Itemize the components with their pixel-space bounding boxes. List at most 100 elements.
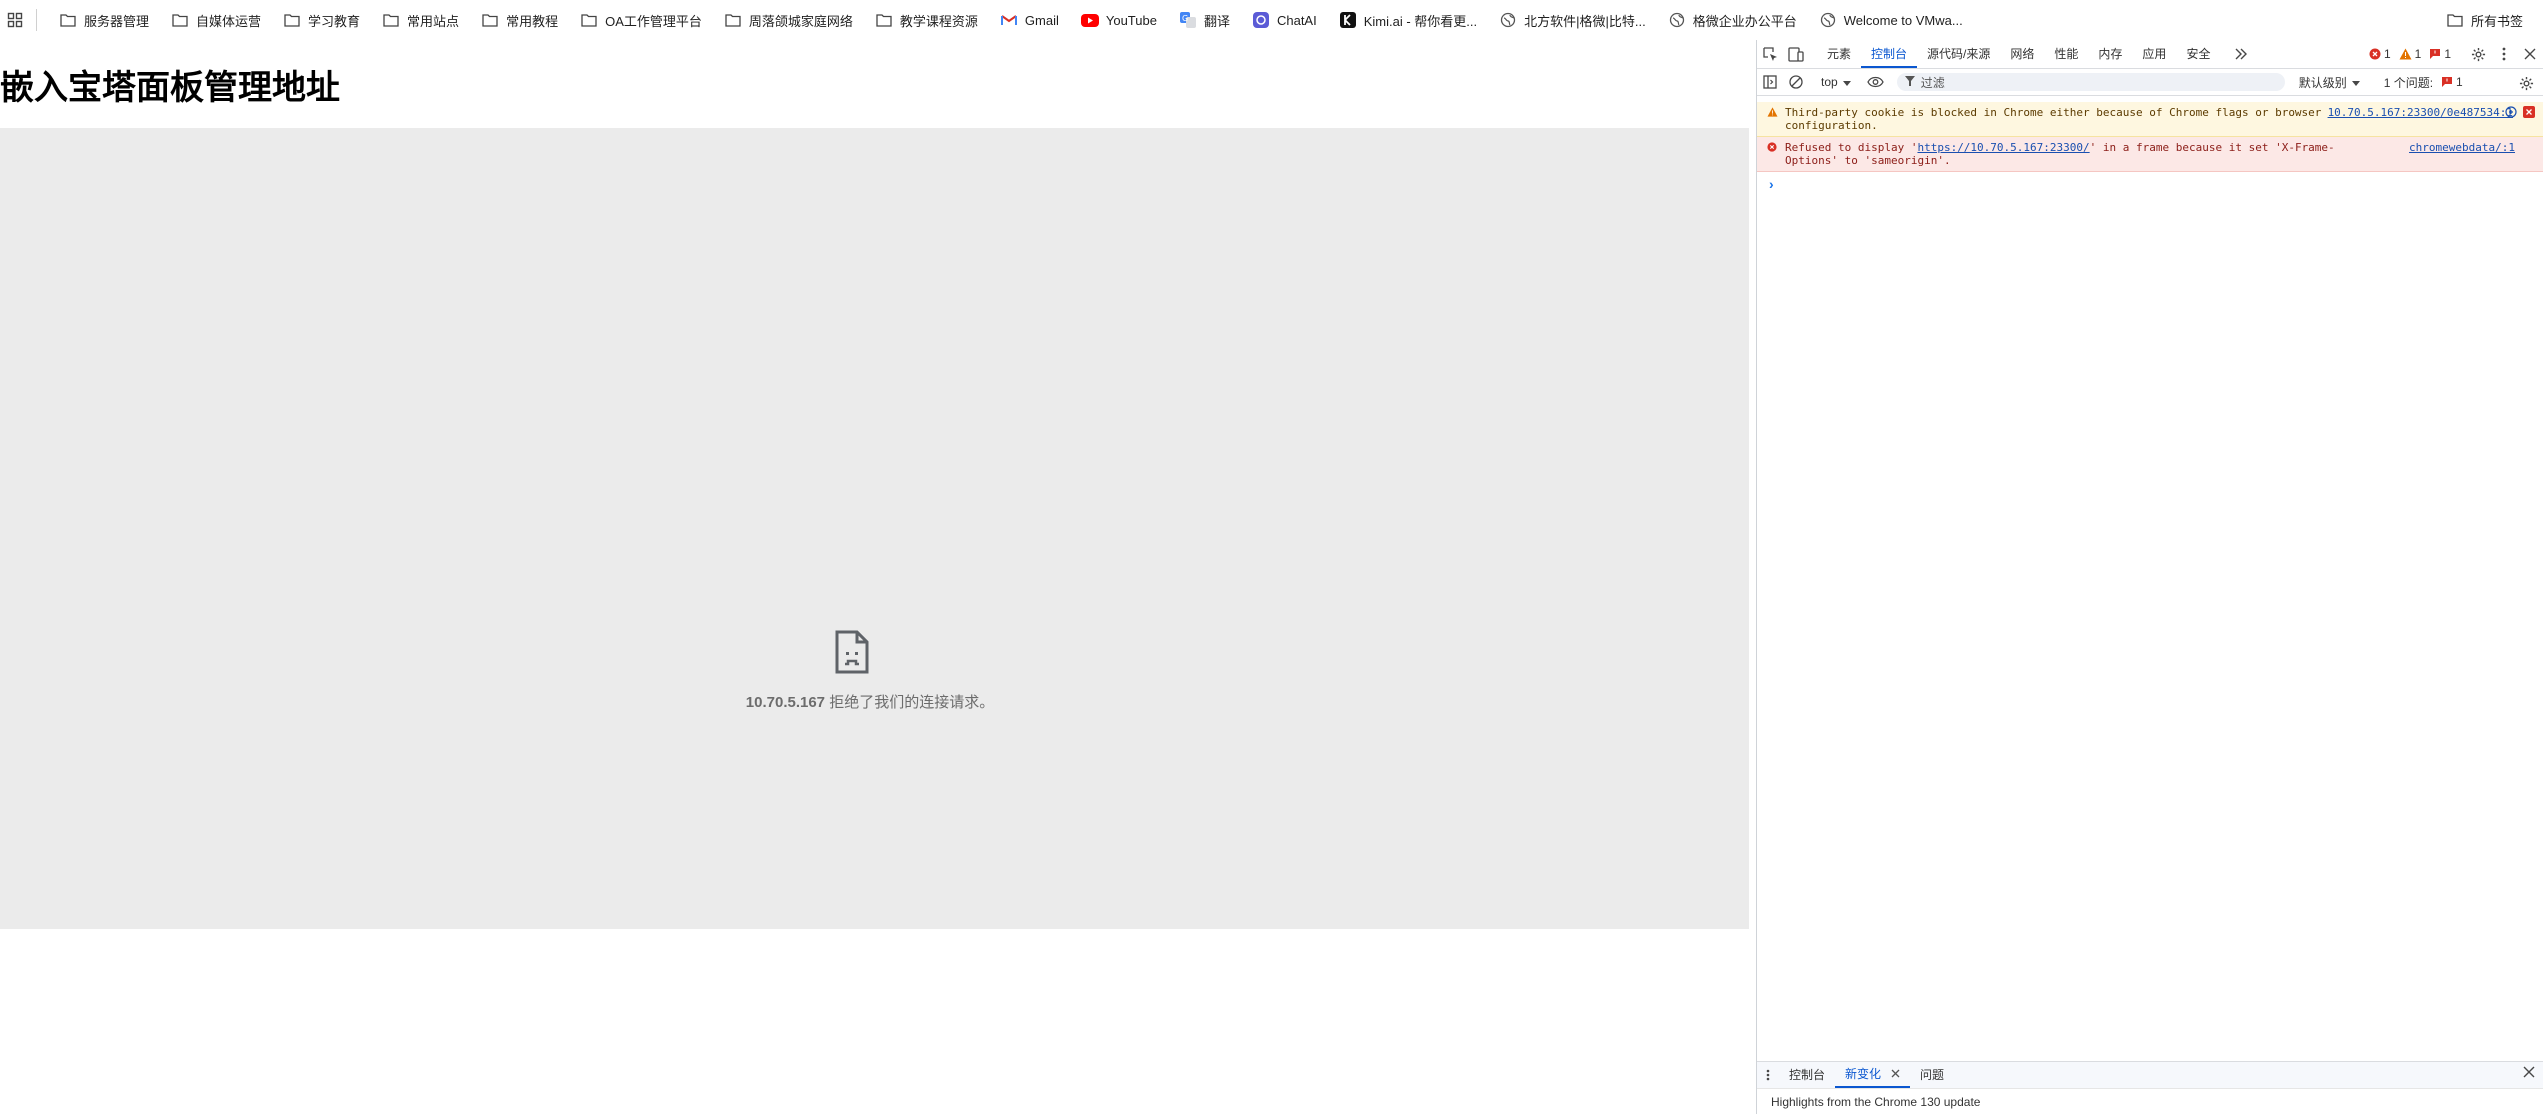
warning-icon (2399, 48, 2412, 60)
bookmark-label: 教学课程资源 (899, 13, 978, 29)
console-settings-gear-icon[interactable] (2513, 70, 2539, 96)
bookmark-folder-courses[interactable]: 教学课程资源 (867, 6, 986, 34)
bookmark-beifang[interactable]: 北方软件|格微|比特... (1491, 6, 1654, 34)
translate-icon: G (1179, 11, 1197, 29)
bookmark-folder-media[interactable]: 自媒体运营 (163, 6, 269, 34)
bookmark-folder-server[interactable]: 服务器管理 (51, 6, 157, 34)
bookmark-youtube[interactable]: YouTube (1073, 6, 1165, 34)
drawer-tabbar: 控制台 新变化 问题 (1757, 1062, 2543, 1089)
bookmark-folder-oa[interactable]: OA工作管理平台 (572, 6, 710, 34)
warning-source-link[interactable]: 10.70.5.167:23300/0e487534:1 (2328, 106, 2513, 119)
warning-icon (1767, 107, 1778, 120)
inspect-element-icon[interactable] (1757, 41, 1783, 67)
error-icon (2369, 48, 2381, 60)
bookmark-folder-study[interactable]: 学习教育 (275, 6, 368, 34)
tab-console[interactable]: 控制台 (1861, 40, 1918, 68)
gmail-icon (1000, 11, 1018, 29)
tab-security[interactable]: 安全 (2176, 40, 2220, 68)
console-filter-input[interactable]: 过滤 (1896, 73, 2285, 91)
issues-count-badge[interactable]: 1 (2429, 47, 2451, 61)
folder-icon (724, 11, 742, 29)
embedded-iframe: 10.70.5.167 拒绝了我们的连接请求。 (0, 128, 1749, 929)
bookmark-label: 学习教育 (308, 13, 361, 29)
live-expression-eye-icon[interactable] (1863, 69, 1889, 95)
error-count-badge[interactable]: 1 (2369, 47, 2391, 61)
more-tabs-icon[interactable] (2228, 41, 2254, 67)
folder-icon (59, 11, 77, 29)
drawer-menu-icon[interactable] (1757, 1062, 1779, 1088)
issues-label: 1 个问题: (2383, 75, 2434, 90)
bookmarks-separator (36, 9, 37, 31)
issues-count: 1 (2444, 47, 2451, 61)
tab-sources[interactable]: 源代码/来源 (1917, 40, 2000, 68)
clear-console-icon[interactable] (1783, 69, 1809, 95)
context-label: top (1821, 75, 1838, 89)
chevron-down-icon (2351, 75, 2360, 89)
devtools-panel: 元素 控制台 源代码/来源 网络 性能 内存 应用 安全 1 1 1 top 过… (1756, 40, 2543, 1114)
bookmark-folder-network[interactable]: 周落颌城家庭网络 (716, 6, 861, 34)
bookmark-kimi[interactable]: Kimi.ai - 帮你看更... (1331, 6, 1485, 34)
devtools-drawer: 控制台 新变化 问题 Highlights from the Chrome 13… (1757, 1061, 2543, 1114)
warning-count-badge[interactable]: 1 (2399, 47, 2422, 61)
bookmark-folder-tutorials[interactable]: 常用教程 (473, 6, 566, 34)
console-toolbar: top 过滤 默认级别 1 个问题: 1 (1757, 69, 2543, 96)
bookmark-label: Welcome to VMwa... (1843, 12, 1963, 28)
bookmark-chatai[interactable]: ChatAI (1244, 6, 1325, 34)
youtube-icon (1080, 11, 1099, 29)
bookmark-label: 服务器管理 (84, 13, 150, 29)
globe-icon (1819, 11, 1837, 29)
all-bookmarks-button[interactable]: 所有书签 (2438, 6, 2531, 34)
close-devtools-icon[interactable] (2517, 41, 2543, 67)
ai-insight-icon[interactable] (2505, 106, 2517, 118)
error-icon (1767, 142, 1777, 155)
console-error-message: Refused to display 'https://10.70.5.167:… (1757, 137, 2543, 172)
error-text: 拒绝了我们的连接请求。 (825, 694, 995, 711)
issues-link[interactable]: 1 个问题: 1 (2384, 74, 2463, 91)
settings-gear-icon[interactable] (2465, 41, 2491, 67)
globe-icon (1668, 11, 1686, 29)
all-bookmarks-label: 所有书签 (2470, 13, 2523, 29)
warning-count: 1 (2414, 47, 2422, 61)
dismiss-icon[interactable] (2523, 106, 2535, 118)
bookmark-gewei[interactable]: 格微企业办公平台 (1660, 6, 1805, 34)
bookmark-label: 常用教程 (506, 13, 559, 29)
folder-icon (171, 11, 189, 29)
kimi-icon (1339, 11, 1357, 29)
log-level-label: 默认级别 (2298, 75, 2347, 90)
context-selector[interactable]: top (1815, 75, 1857, 89)
devtools-tabbar-right: 1 1 1 (2369, 40, 2543, 68)
drawer-tab-issues[interactable]: 问题 (1910, 1062, 1954, 1088)
tab-performance[interactable]: 性能 (2044, 40, 2088, 68)
error-text-before: Refused to display ' (1785, 141, 1918, 154)
error-source-link[interactable]: chromewebdata/:1 (2409, 141, 2515, 154)
bookmark-folder-sites[interactable]: 常用站点 (374, 6, 467, 34)
more-options-icon[interactable] (2491, 41, 2517, 67)
device-toolbar-icon[interactable] (1783, 41, 1809, 67)
svg-text:G: G (1182, 14, 1188, 23)
sidebar-toggle-icon[interactable] (1757, 69, 1783, 95)
devtools-tabbar: 元素 控制台 源代码/来源 网络 性能 内存 应用 安全 1 1 1 (1757, 40, 2543, 69)
bookmark-translate[interactable]: G 翻译 (1171, 6, 1238, 34)
warning-actions (2505, 106, 2535, 118)
bookmark-vmware[interactable]: Welcome to VMwa... (1811, 6, 1971, 34)
bookmark-label: ChatAI (1276, 12, 1317, 28)
console-prompt[interactable]: › (1757, 172, 2543, 192)
close-tab-icon[interactable] (1891, 1061, 1900, 1087)
drawer-tab-whats-new[interactable]: 新变化 (1835, 1061, 1911, 1088)
drawer-tab-console[interactable]: 控制台 (1779, 1062, 1835, 1088)
folder-icon (382, 11, 400, 29)
issues-counter-value: 1 (2456, 75, 2463, 89)
bookmark-label: 格微企业办公平台 (1692, 13, 1797, 29)
issue-flag-icon (2441, 76, 2453, 88)
close-drawer-icon[interactable] (2523, 1066, 2535, 1081)
tab-network[interactable]: 网络 (2000, 40, 2044, 68)
tab-elements[interactable]: 元素 (1817, 40, 1861, 68)
log-level-dropdown[interactable]: 默认级别 (2299, 74, 2360, 91)
whats-new-highlight: Highlights from the Chrome 130 update (1771, 1095, 1981, 1109)
tab-application[interactable]: 应用 (2132, 40, 2176, 68)
bookmark-gmail[interactable]: Gmail (992, 6, 1067, 34)
tab-memory[interactable]: 内存 (2088, 40, 2132, 68)
bookmarks-bar: 服务器管理 自媒体运营 学习教育 常用站点 常用教程 OA工作管理平台 周落颌城… (0, 0, 2543, 40)
error-url-link[interactable]: https://10.70.5.167:23300/ (1917, 141, 2089, 154)
apps-grid-icon[interactable] (4, 9, 26, 31)
